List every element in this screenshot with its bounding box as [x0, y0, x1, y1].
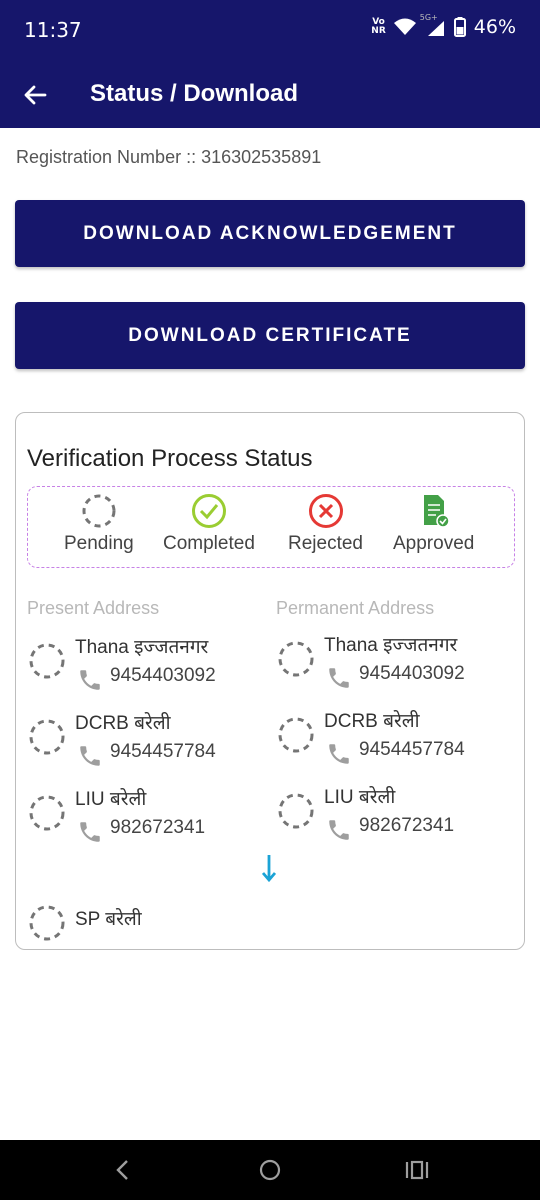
present-office-liu: LIU बरेली 982672341	[27, 785, 257, 847]
pending-spinner-icon	[82, 494, 116, 528]
phone-icon	[80, 670, 100, 690]
approved-document-icon	[423, 495, 450, 528]
battery-percent: 46%	[473, 16, 516, 38]
registration-value: 316302535891	[201, 147, 322, 167]
pending-spinner-icon	[278, 793, 314, 829]
x-circle-icon	[308, 494, 343, 528]
wifi-icon	[393, 18, 416, 35]
download-certificate-button[interactable]: DOWNLOAD CERTIFICATE	[15, 302, 525, 369]
registration-label: Registration Number ::	[16, 147, 197, 167]
pending-spinner-icon	[29, 719, 65, 755]
final-office-sp: SP बरेली	[27, 901, 227, 941]
download-acknowledgement-button[interactable]: DOWNLOAD ACKNOWLEDGEMENT	[15, 200, 525, 267]
legend-completed: Completed	[163, 493, 255, 555]
phone-icon	[80, 822, 100, 842]
legend-pending: Pending	[64, 493, 134, 555]
legend-approved: Approved	[393, 493, 474, 555]
phone-icon	[329, 820, 349, 840]
pending-spinner-icon	[29, 643, 65, 679]
verification-title: Verification Process Status	[27, 445, 313, 472]
permanent-office-thana: Thana इज्जतनगर 9454403092	[276, 631, 506, 693]
status-bar: 11:37 Vo NR 5G+ 46%	[0, 0, 540, 62]
permanent-office-liu: LIU बरेली 982672341	[276, 783, 506, 845]
phone-icon	[329, 744, 349, 764]
pending-spinner-icon	[29, 905, 65, 941]
signal-icon: 5G+	[420, 13, 446, 37]
pending-spinner-icon	[29, 795, 65, 831]
phone-icon	[329, 668, 349, 688]
legend-rejected: Rejected	[288, 493, 363, 555]
check-circle-icon	[191, 494, 226, 528]
status-time: 11:37	[24, 18, 82, 42]
present-office-dcrb: DCRB बरेली 9454457784	[27, 709, 257, 771]
present-office-thana: Thana इज्जतनगर 9454403092	[27, 633, 257, 695]
permanent-address-header: Permanent Address	[276, 598, 435, 618]
status-icons: Vo NR 5G+ 46%	[371, 13, 516, 38]
nav-back-icon[interactable]	[112, 1158, 134, 1182]
arrow-left-icon[interactable]	[20, 80, 50, 110]
pending-spinner-icon	[278, 717, 314, 753]
battery-icon	[453, 17, 466, 37]
status-legend: Pending Completed Rejected Approved	[27, 486, 515, 568]
pending-spinner-icon	[278, 641, 314, 677]
page-title: Status / Download	[90, 80, 299, 107]
nav-home-icon[interactable]	[258, 1158, 282, 1182]
nav-recents-icon[interactable]	[404, 1158, 430, 1182]
arrow-down-icon	[261, 855, 277, 883]
permanent-office-dcrb: DCRB बरेली 9454457784	[276, 707, 506, 769]
phone-icon	[80, 746, 100, 766]
system-nav-bar	[0, 1140, 540, 1200]
present-address-header: Present Address	[27, 598, 160, 618]
verification-status-card: Verification Process Status Pending Comp…	[15, 412, 525, 950]
app-bar: Status / Download	[0, 62, 540, 128]
registration-number: Registration Number :: 316302535891	[16, 147, 321, 168]
volte-icon: Vo NR	[371, 17, 386, 36]
